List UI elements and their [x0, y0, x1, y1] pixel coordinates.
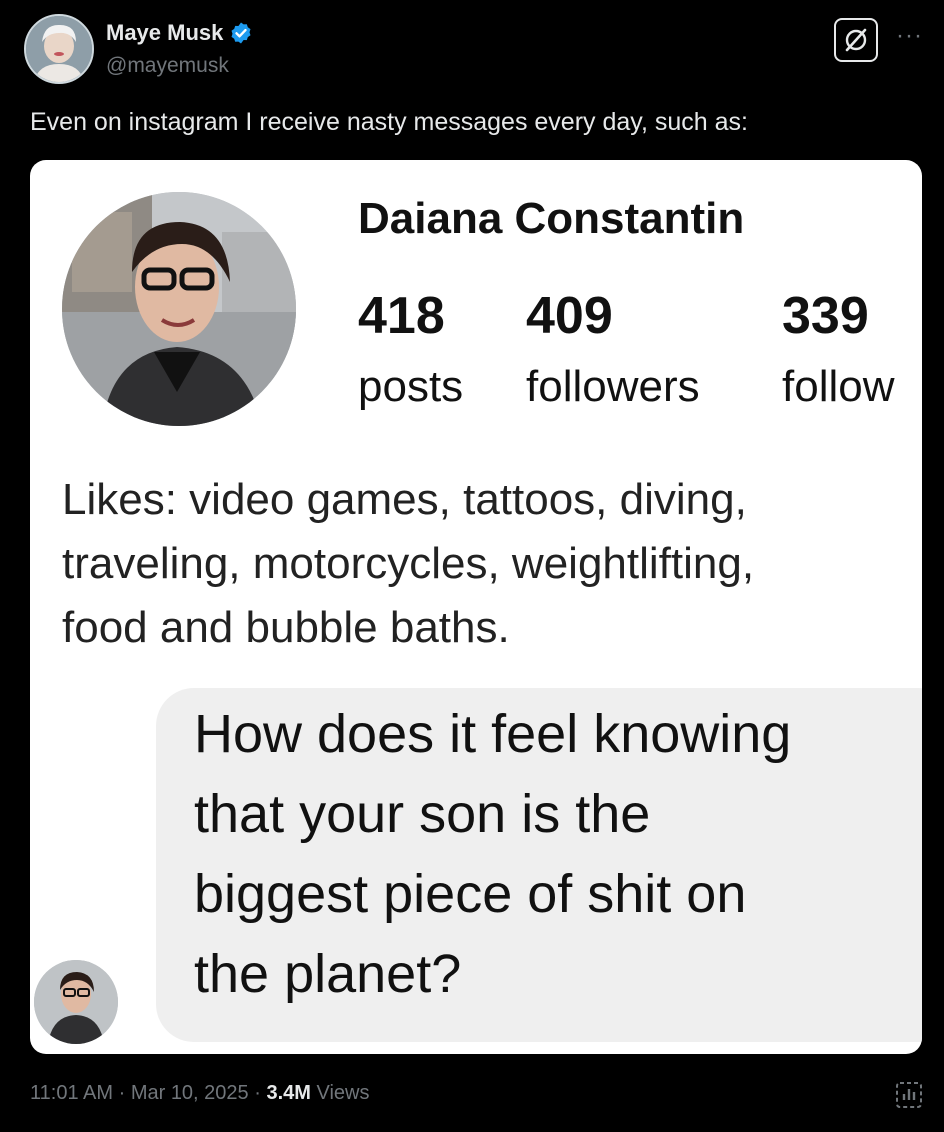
tweet-meta: 11:01 AM · Mar 10, 2025 · 3.4M Views — [30, 1082, 369, 1105]
followers-label: followers — [526, 362, 700, 411]
analytics-icon[interactable] — [894, 1080, 924, 1110]
author-avatar[interactable] — [24, 14, 94, 84]
grok-icon — [845, 28, 867, 52]
grok-button[interactable] — [834, 18, 878, 62]
views-label: Views — [316, 1082, 370, 1104]
verified-badge-icon[interactable] — [229, 21, 253, 45]
following-label: follow — [782, 362, 895, 411]
posts-count: 418 — [358, 287, 445, 345]
dm-line: How does it feel knowing — [194, 704, 792, 764]
bio-line: Likes: video games, tattoos, diving, — [62, 475, 747, 524]
author-handle[interactable]: @mayemusk — [106, 54, 229, 78]
author-name-row: Maye Musk — [106, 20, 253, 46]
tweet-time[interactable]: 11:01 AM — [30, 1082, 113, 1104]
dm-message: How does it feel knowing that your son i… — [194, 694, 922, 1014]
followers-count: 409 — [526, 287, 613, 345]
meta-separator: · — [254, 1082, 267, 1104]
dm-sender-avatar — [34, 960, 118, 1044]
dm-line: that your son is the — [194, 784, 651, 844]
tweet-date[interactable]: Mar 10, 2025 — [131, 1082, 249, 1104]
dm-line: the planet? — [194, 944, 462, 1004]
profile-name: Daiana Constantin — [358, 194, 745, 243]
profile-bio: Likes: video games, tattoos, diving, tra… — [62, 468, 922, 660]
more-icon[interactable]: ··· — [896, 22, 923, 50]
bio-line: food and bubble baths. — [62, 603, 510, 652]
bio-line: traveling, motorcycles, weightlifting, — [62, 539, 755, 588]
following-count: 339 — [782, 287, 869, 345]
tweet-media[interactable]: Daiana Constantin 418 409 339 posts foll… — [30, 160, 922, 1054]
dm-line: biggest piece of shit on — [194, 864, 747, 924]
views-count: 3.4M — [266, 1082, 311, 1104]
posts-label: posts — [358, 362, 464, 411]
author-display-name[interactable]: Maye Musk — [106, 20, 223, 46]
meta-separator: · — [118, 1082, 131, 1104]
tweet-text: Even on instagram I receive nasty messag… — [30, 108, 748, 136]
profile-photo — [62, 192, 296, 426]
